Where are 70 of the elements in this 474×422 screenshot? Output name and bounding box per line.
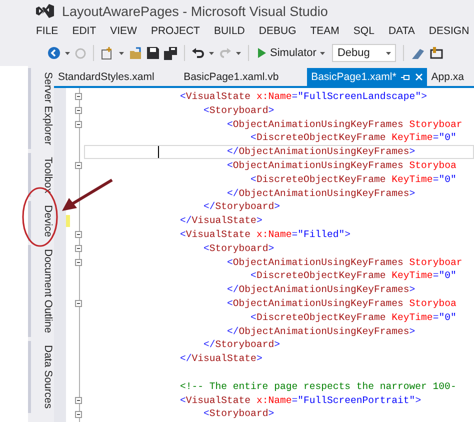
document-tab[interactable]: App.xa: [427, 68, 474, 86]
tray-icon[interactable]: [430, 47, 443, 59]
save-all-icon[interactable]: [164, 46, 177, 60]
caret-icon[interactable]: [320, 52, 326, 54]
undo-icon[interactable]: [192, 47, 204, 59]
caret-icon[interactable]: [386, 52, 391, 54]
menu-item[interactable]: SQL: [353, 25, 374, 37]
code-line: </ObjectAnimationUsingKeyFrames>: [226, 186, 416, 200]
window-title: LayoutAwarePages - Microsoft Visual Studio: [62, 4, 328, 18]
run-button[interactable]: Simulator: [256, 46, 328, 60]
caret-icon[interactable]: [236, 52, 241, 54]
code-line: <Storyboard>: [202, 104, 274, 118]
menu-item[interactable]: BUILD: [214, 25, 245, 37]
document-tab[interactable]: StandardStyles.xaml: [54, 68, 180, 86]
collapse-icon[interactable]: [75, 120, 82, 128]
collapse-icon[interactable]: [75, 245, 82, 252]
collapse-icon[interactable]: [75, 231, 82, 238]
caret-icon[interactable]: [209, 52, 214, 54]
pin-icon[interactable]: [401, 74, 410, 80]
menu-item[interactable]: VIEW: [110, 25, 137, 37]
code-line: <Storyboard>: [202, 242, 274, 256]
attach-icon[interactable]: [410, 46, 425, 60]
menu-item[interactable]: FILE: [36, 25, 58, 37]
menu-item[interactable]: DESIGN: [428, 25, 470, 37]
code-line: <ObjectAnimationUsingKeyFrames Storyboa: [226, 158, 456, 173]
menu-item[interactable]: EDIT: [72, 25, 96, 37]
collapse-icon[interactable]: [75, 107, 82, 114]
save-icon[interactable]: [147, 47, 159, 59]
code-line: <VisualState x:Name="Filled">: [180, 228, 351, 242]
visual-studio-logo: [36, 4, 54, 18]
code-line: </ObjectAnimationUsingKeyFrames>: [226, 283, 416, 297]
menu-item[interactable]: DATA: [388, 25, 415, 37]
collapse-icon[interactable]: [75, 258, 82, 266]
code-line: <ObjectAnimationUsingKeyFrames Storyboa: [226, 296, 456, 311]
configuration-dropdown[interactable]: Debug: [332, 44, 396, 62]
code-line: <DiscreteObjectKeyFrame KeyTime="0": [250, 131, 456, 146]
code-line: <Storyboard>: [202, 407, 274, 422]
code-line: </ObjectAnimationUsingKeyFrames>: [226, 145, 416, 159]
code-line: </ObjectAnimationUsingKeyFrames>: [226, 324, 416, 338]
document-tab[interactable]: BasicPage1.xaml.vb: [180, 68, 308, 86]
close-icon[interactable]: [415, 73, 424, 81]
code-line: <DiscreteObjectKeyFrame KeyTime="0": [250, 172, 456, 187]
caret-icon[interactable]: [65, 52, 70, 54]
back-icon[interactable]: [48, 47, 60, 59]
open-file-icon[interactable]: [129, 46, 142, 60]
code-line: <ObjectAnimationUsingKeyFrames Storyboar: [226, 256, 462, 270]
collapse-icon[interactable]: [75, 410, 82, 418]
document-tab[interactable]: BasicPage1.xaml*: [307, 68, 428, 86]
annotation-arrow: [62, 178, 113, 211]
code-line: <!-- The entire page respects the narrower 100-: [180, 380, 456, 394]
play-icon[interactable]: [258, 48, 266, 58]
collapse-icon[interactable]: [75, 396, 82, 404]
new-project-icon[interactable]: [101, 46, 114, 60]
menu-item[interactable]: DEBUG: [258, 25, 296, 37]
text-cursor: [158, 146, 159, 158]
code-line: <DiscreteObjectKeyFrame KeyTime="0": [250, 269, 456, 284]
menu-item[interactable]: TEAM: [310, 25, 340, 37]
collapse-icon[interactable]: [75, 162, 82, 170]
code-line: </Storyboard>: [202, 338, 280, 352]
collapse-icon[interactable]: [75, 93, 82, 100]
collapse-icon[interactable]: [75, 300, 82, 308]
caret-icon[interactable]: [119, 52, 124, 54]
menu-item[interactable]: PROJECT: [150, 25, 200, 37]
code-line: <VisualState x:Name="FullScreenLandscape">: [180, 90, 427, 104]
code-line: <DiscreteObjectKeyFrame KeyTime="0": [250, 310, 456, 325]
code-line: </Storyboard>: [202, 200, 280, 214]
code-line: </VisualState>: [180, 352, 262, 366]
code-line: <VisualState x:Name="FullScreenPortrait">: [180, 394, 422, 408]
code-line: <ObjectAnimationUsingKeyFrames Storyboar: [226, 118, 462, 132]
code-line: </VisualState>: [180, 214, 262, 228]
